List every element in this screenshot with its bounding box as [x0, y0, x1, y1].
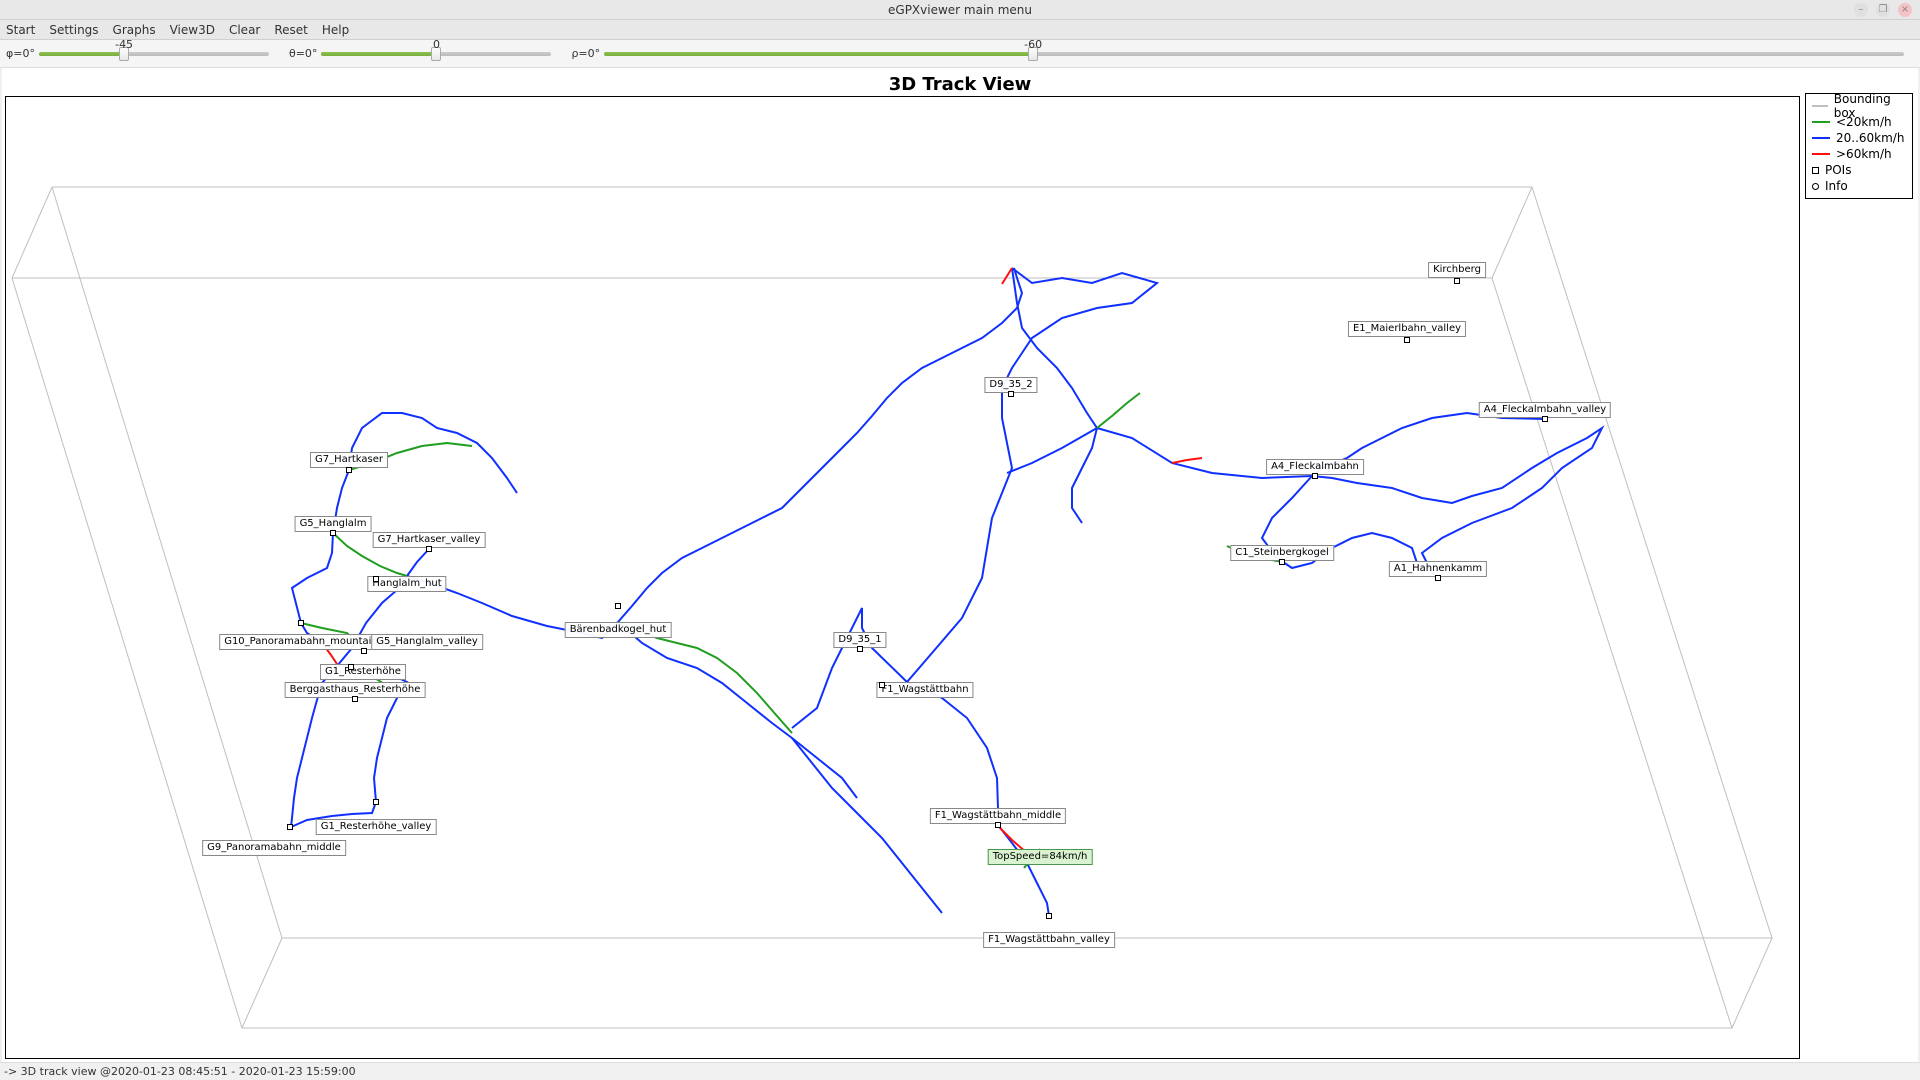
poi-marker	[1435, 575, 1441, 581]
poi-label: G10_Panoramabahn_mountain	[219, 634, 383, 650]
legend-info: Info	[1812, 178, 1906, 194]
poi-marker	[361, 648, 367, 654]
slider-phi-label: φ=0°	[6, 47, 35, 60]
poi-marker	[995, 822, 1001, 828]
poi-label: G1_Resterhöhe	[320, 664, 406, 680]
poi-marker	[1046, 913, 1052, 919]
poi-label: Hanglalm_hut	[367, 576, 446, 592]
slider-theta-label: θ=0°	[289, 47, 317, 60]
slider-phi-group: φ=0° -45	[6, 47, 269, 60]
legend-bbox: Bounding box	[1812, 98, 1906, 114]
poi-marker	[615, 603, 621, 609]
close-icon[interactable]: ×	[1898, 3, 1912, 17]
status-bar: -> 3D track view @2020-01-23 08:45:51 - …	[0, 1062, 1920, 1080]
menu-clear[interactable]: Clear	[229, 23, 260, 37]
legend-fast: >60km/h	[1812, 146, 1906, 162]
window-controls: – ❐ ×	[1854, 3, 1920, 17]
menu-view3d[interactable]: View3D	[170, 23, 215, 37]
poi-label: E1_Maierlbahn_valley	[1348, 321, 1466, 337]
poi-marker	[373, 576, 379, 582]
poi-marker	[373, 799, 379, 805]
menu-bar: Start Settings Graphs View3D Clear Reset…	[0, 20, 1920, 40]
minimize-icon[interactable]: –	[1854, 3, 1868, 17]
legend-pois: POIs	[1812, 162, 1906, 178]
poi-marker	[348, 664, 354, 670]
poi-marker	[330, 530, 336, 536]
plot-viewport[interactable]: 3D Track View Bounding box <20km/h 20..6…	[2, 68, 1918, 1062]
slider-phi[interactable]: -45	[39, 52, 269, 56]
poi-marker	[287, 824, 293, 830]
poi-marker	[1312, 473, 1318, 479]
poi-label: G7_Hartkaser	[310, 452, 388, 468]
slider-theta[interactable]: 0	[321, 52, 551, 56]
menu-help[interactable]: Help	[322, 23, 349, 37]
poi-label: G1_Resterhöhe_valley	[316, 819, 437, 835]
info-topspeed: TopSpeed=84km/h	[988, 849, 1093, 865]
poi-marker	[1279, 559, 1285, 565]
slider-rho-group: ρ=0° -60	[571, 47, 1904, 60]
poi-marker	[1454, 278, 1460, 284]
poi-label: G9_Panoramabahn_middle	[202, 840, 346, 856]
poi-marker	[1008, 391, 1014, 397]
menu-settings[interactable]: Settings	[49, 23, 98, 37]
poi-label: Kirchberg	[1428, 262, 1486, 278]
poi-marker	[426, 546, 432, 552]
poi-marker	[1542, 416, 1548, 422]
poi-marker	[298, 620, 304, 626]
menu-reset[interactable]: Reset	[274, 23, 308, 37]
sliders-row: φ=0° -45 θ=0° 0 ρ=0° -60	[0, 40, 1920, 68]
poi-label: F1_Wagstättbahn	[876, 682, 973, 698]
legend-mid: 20..60km/h	[1812, 130, 1906, 146]
poi-label: G5_Hanglalm_valley	[371, 634, 483, 650]
poi-marker	[857, 646, 863, 652]
menu-start[interactable]: Start	[6, 23, 35, 37]
slider-theta-group: θ=0° 0	[289, 47, 551, 60]
plot-title: 3D Track View	[889, 74, 1032, 95]
poi-marker	[352, 696, 358, 702]
poi-label: F1_Wagstättbahn_valley	[983, 932, 1115, 948]
slider-rho-label: ρ=0°	[571, 47, 600, 60]
poi-marker	[879, 682, 885, 688]
poi-marker	[346, 467, 352, 473]
maximize-icon[interactable]: ❐	[1876, 3, 1890, 17]
legend-box: Bounding box <20km/h 20..60km/h >60km/h …	[1805, 93, 1913, 199]
slider-rho[interactable]: -60	[604, 52, 1904, 56]
menu-graphs[interactable]: Graphs	[113, 23, 156, 37]
poi-label: Bärenbadkogel_hut	[565, 622, 672, 638]
plot-frame	[5, 96, 1800, 1059]
poi-marker	[1404, 337, 1410, 343]
window-title: eGPXviewer main menu	[888, 3, 1032, 17]
title-bar: eGPXviewer main menu – ❐ ×	[0, 0, 1920, 20]
